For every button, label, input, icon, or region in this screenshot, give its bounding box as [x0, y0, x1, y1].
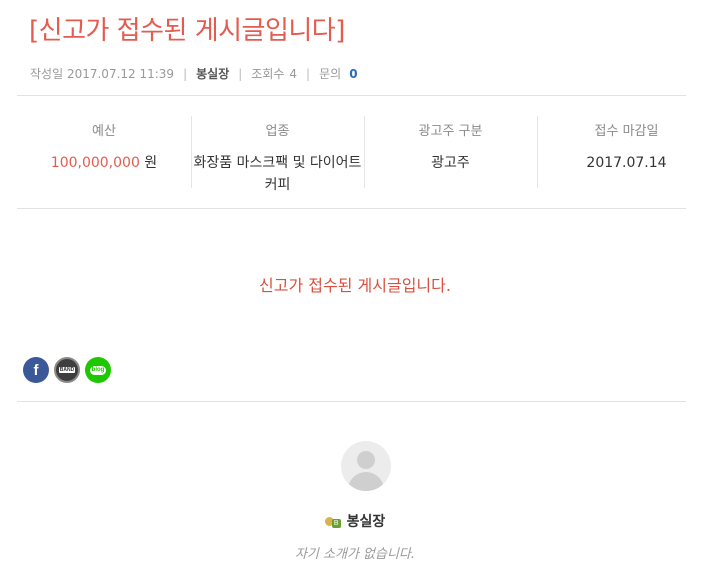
budget-unit: 원: [139, 155, 158, 171]
avatar[interactable]: [341, 441, 391, 491]
level-icon-badge: B: [331, 518, 341, 528]
advertiser-type-value: 광고주: [431, 155, 470, 171]
deadline-value: 2017.07.14: [586, 155, 667, 171]
budget-amount: 100,000,000: [50, 155, 140, 171]
industry-label: 업종: [265, 124, 290, 139]
share-buttons: f BAND blog: [23, 357, 111, 383]
meta-divider: |: [306, 66, 311, 81]
band-share-icon[interactable]: BAND: [54, 357, 80, 383]
band-glyph: BAND: [59, 367, 75, 373]
member-level-icon: B: [324, 515, 342, 528]
inquiry-label: 문의: [319, 67, 342, 81]
divider: [17, 208, 686, 209]
budget-value: 100,000,000 원: [17, 152, 191, 174]
profile-intro: 자기 소개가 없습니다.: [294, 547, 416, 562]
inquiry-count: 0: [349, 66, 358, 81]
post-author[interactable]: 봉실장: [196, 65, 229, 82]
facebook-share-icon[interactable]: f: [23, 357, 49, 383]
date-label: 작성일: [30, 67, 64, 81]
divider: [17, 401, 686, 402]
meta-divider: |: [183, 66, 188, 81]
facebook-glyph: f: [33, 361, 39, 379]
advertiser-type-cell: 광고주 구분 광고주: [364, 116, 537, 190]
profile-name[interactable]: 봉실장: [347, 511, 386, 531]
budget-cell: 예산 100,000,000 원: [17, 116, 191, 190]
post-date: 2017.07.12 11:39: [66, 66, 175, 81]
naver-blog-share-icon[interactable]: blog: [85, 357, 111, 383]
budget-label: 예산: [92, 124, 116, 139]
views-count: 4: [289, 66, 298, 81]
report-notice: 신고가 접수된 게시글입니다.: [259, 276, 451, 295]
blog-glyph: blog: [90, 365, 106, 375]
post-meta: 작성일 2017.07.12 11:39 | 봉실장 | 조회수 4 | 문의 0: [30, 65, 358, 82]
avatar-body-shape: [348, 472, 384, 491]
industry-value: 화장품 마스크팩 및 다이어트커피: [193, 155, 362, 193]
post-title: [신고가 접수된 게시글입니다]: [29, 16, 345, 46]
profile-name-row: B 봉실장: [0, 511, 710, 531]
views-label: 조회수: [251, 67, 285, 81]
industry-cell: 업종 화장품 마스크팩 및 다이어트커피: [191, 116, 364, 193]
meta-divider: |: [238, 66, 243, 81]
deadline-label: 접수 마감일: [594, 124, 659, 139]
divider: [17, 95, 686, 96]
post-info-table: 예산 100,000,000 원 업종 화장품 마스크팩 및 다이어트커피 광고…: [17, 116, 686, 193]
advertiser-type-label: 광고주 구분: [418, 124, 483, 139]
avatar-head-shape: [357, 451, 375, 469]
deadline-cell: 접수 마감일 2017.07.14: [537, 116, 686, 190]
